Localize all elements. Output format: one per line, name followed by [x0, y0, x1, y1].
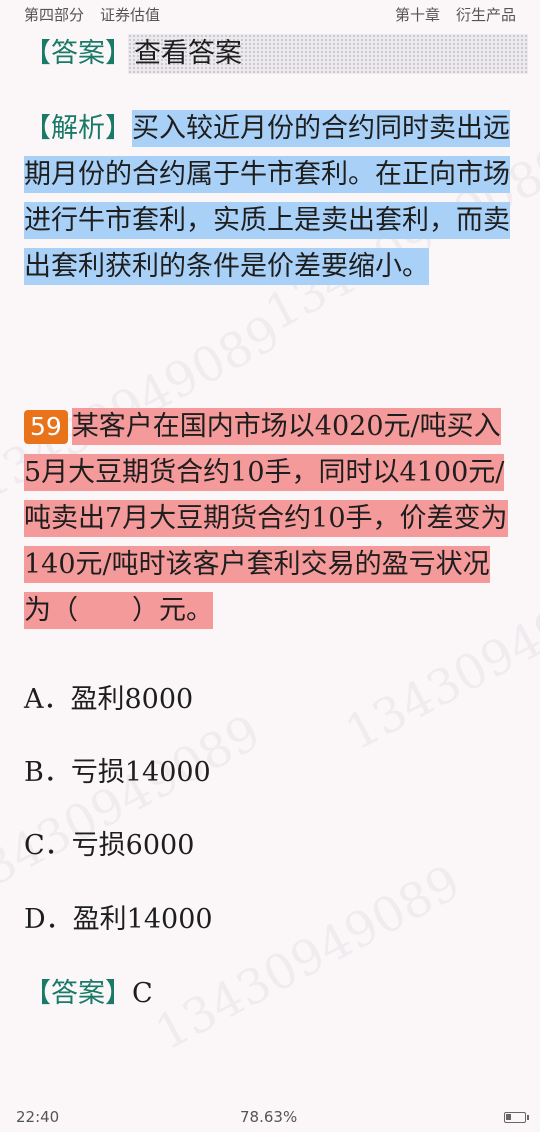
breadcrumb-right: 第十章 衍生产品: [395, 4, 516, 25]
option-letter: D: [24, 904, 46, 935]
answer-reveal-row: 【答案】查看答案: [24, 34, 528, 78]
answer-bracket: 【答案】: [24, 978, 132, 1009]
chapter-title: 衍生产品: [455, 6, 516, 24]
option-letter: B: [24, 757, 44, 788]
view-answer-button[interactable]: 查看答案: [128, 34, 528, 74]
option-b[interactable]: B．亏损14000: [24, 753, 211, 793]
option-d[interactable]: D．盈利14000: [24, 900, 213, 940]
clock: 22:40: [16, 1108, 60, 1126]
reader-footer: 22:40 78.63%: [0, 1104, 540, 1132]
watermark: 13430949089: [146, 854, 470, 1062]
option-text: 盈利8000: [70, 684, 194, 715]
option-text: 亏损6000: [71, 830, 195, 861]
battery-icon: [504, 1112, 529, 1123]
chapter-label: 第十章: [394, 6, 440, 24]
watermark: 13430949089: [0, 704, 270, 912]
question-number-badge: 59: [24, 410, 68, 444]
part-label: 第四部分: [24, 6, 85, 24]
section-label: 证券估值: [100, 6, 161, 24]
reader-header: 第四部分 证券估值 第十章 衍生产品: [0, 0, 540, 28]
answer-value: C: [132, 978, 153, 1009]
option-letter: C: [24, 830, 45, 861]
answer-row: 【答案】C: [24, 974, 153, 1014]
breadcrumb-left: 第四部分 证券估值: [24, 4, 160, 25]
reading-progress: 78.63%: [240, 1108, 298, 1126]
question-text: 某客户在国内市场以4020元/吨买入5月大豆期货合约10手，同时以4100元/吨…: [24, 408, 508, 629]
question-paragraph: 59 某客户在国内市场以4020元/吨买入5月大豆期货合约10手，同时以4100元…: [24, 404, 516, 634]
option-c[interactable]: C．亏损6000: [24, 826, 194, 866]
option-letter: A: [24, 684, 44, 715]
battery-fill: [506, 1114, 511, 1120]
option-text: 亏损14000: [70, 757, 211, 788]
analysis-bracket: 【解析】: [24, 113, 132, 144]
option-text: 盈利14000: [72, 904, 213, 935]
option-a[interactable]: A．盈利8000: [24, 680, 193, 720]
answer-bracket: 【答案】: [24, 38, 132, 69]
analysis-paragraph: 【解析】买入较近月份的合约同时卖出远期月份的合约属于牛市套利。在正向市场进行牛市…: [24, 106, 516, 290]
